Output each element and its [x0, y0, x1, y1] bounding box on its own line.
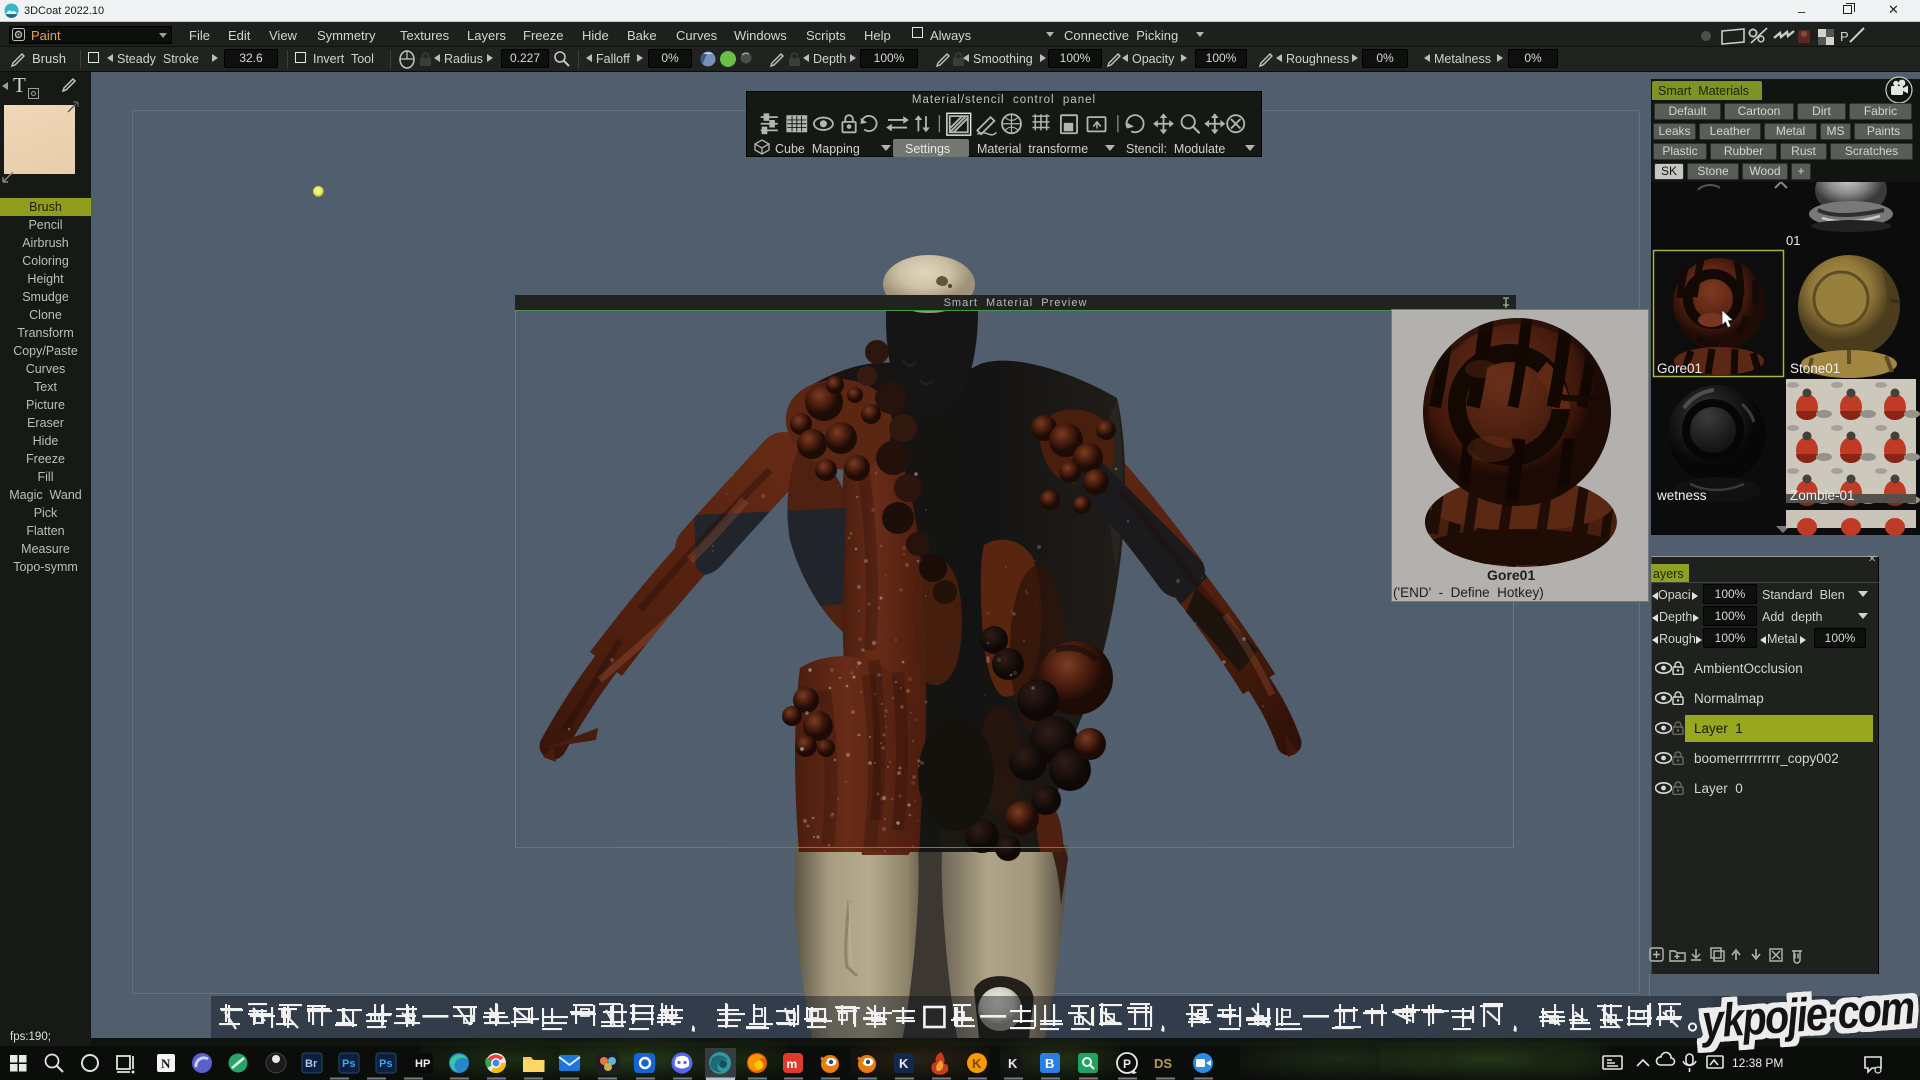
svg-text:m: m [787, 1057, 798, 1071]
svg-text:01: 01 [1786, 233, 1800, 248]
svg-text:Ps: Ps [342, 1058, 355, 1070]
svg-text:N: N [161, 1056, 171, 1071]
svg-text:DS: DS [1154, 1056, 1172, 1071]
svg-text:K: K [1008, 1056, 1018, 1071]
svg-text:K: K [899, 1056, 909, 1071]
svg-text:B: B [1045, 1056, 1054, 1071]
svg-text:Ps: Ps [379, 1058, 392, 1070]
svg-text:Br: Br [305, 1058, 318, 1070]
svg-text:Zombie-01: Zombie-01 [1790, 488, 1855, 503]
svg-text:Gore01: Gore01 [1657, 361, 1702, 376]
svg-text:HP: HP [415, 1058, 430, 1070]
svg-text:wetness: wetness [1656, 488, 1707, 503]
svg-text:K: K [972, 1056, 982, 1071]
svg-text:12:38 PM: 12:38 PM [1732, 1056, 1783, 1070]
svg-text:P: P [1840, 29, 1849, 44]
svg-text:P: P [1123, 1057, 1131, 1071]
svg-text:Stone01: Stone01 [1790, 361, 1840, 376]
